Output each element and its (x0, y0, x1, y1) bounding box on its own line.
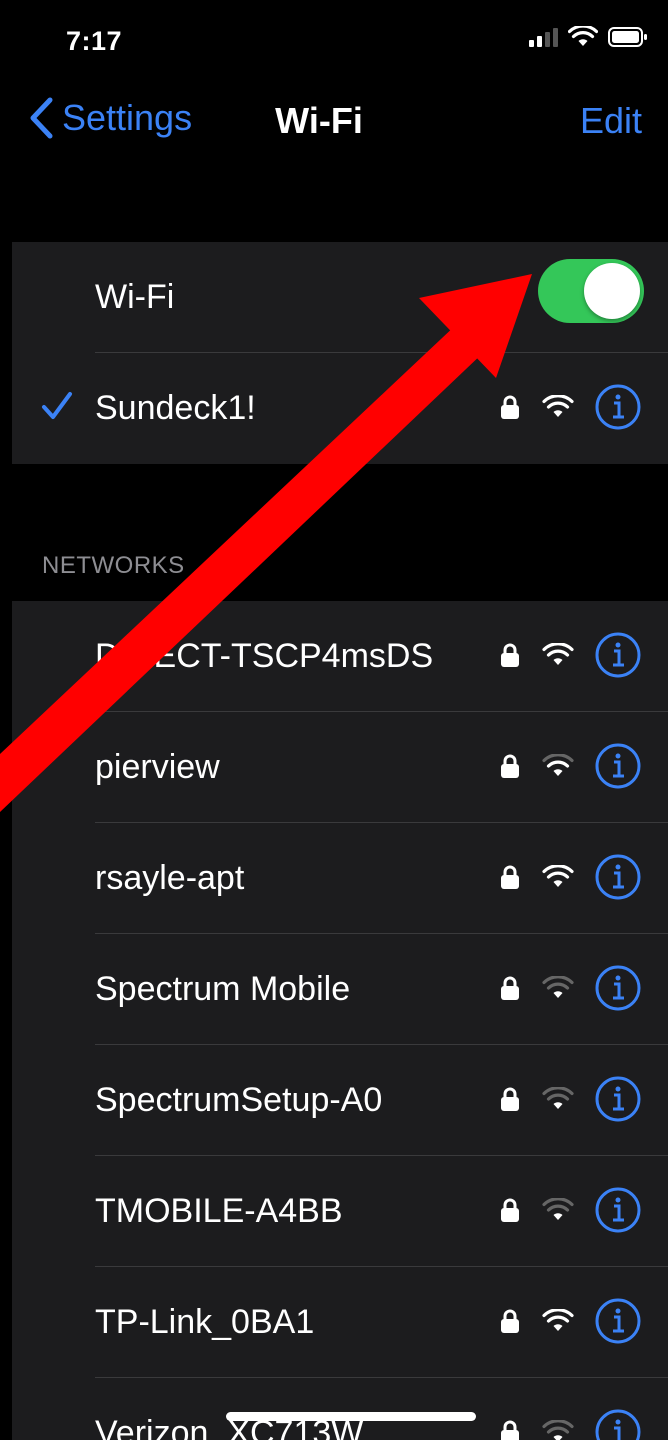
network-row[interactable]: pierview (12, 712, 668, 823)
signal-icon (529, 28, 558, 47)
wifi-icon (542, 865, 574, 887)
network-status-icons (500, 1075, 642, 1123)
wifi-icon (542, 754, 574, 776)
wifi-icon (542, 643, 574, 665)
network-status-icons (500, 1408, 642, 1440)
connected-network-name: Sundeck1! (95, 389, 256, 427)
wifi-icon (542, 1087, 574, 1109)
page-title: Wi-Fi (275, 100, 363, 141)
network-status-icons (500, 383, 642, 431)
network-row[interactable]: rsayle-apt (12, 823, 668, 934)
info-icon[interactable] (594, 964, 642, 1012)
info-icon[interactable] (594, 631, 642, 679)
lock-icon (501, 976, 519, 1000)
lock-icon (501, 643, 519, 667)
network-name: pierview (95, 748, 220, 786)
wifi-toggle-label: Wi-Fi (95, 278, 175, 316)
wifi-icon (542, 976, 574, 998)
status-icons (528, 26, 648, 48)
info-icon[interactable] (594, 1408, 642, 1440)
network-status-icons (500, 1186, 642, 1234)
info-icon[interactable] (594, 383, 642, 431)
network-name: SpectrumSetup-A0 (95, 1081, 383, 1119)
wifi-icon (542, 1420, 574, 1440)
network-status-icons (500, 742, 642, 790)
network-row[interactable]: SpectrumSetup-A0 (12, 1045, 668, 1156)
wifi-toggle-switch[interactable] (538, 259, 644, 323)
networks-section-header: NETWORKS (42, 552, 185, 579)
edit-button[interactable]: Edit (580, 100, 642, 142)
network-row[interactable]: Spectrum Mobile (12, 934, 668, 1045)
network-row[interactable]: TMOBILE-A4BB (12, 1156, 668, 1267)
network-row[interactable]: DIRECT-TSCP4msDS (12, 601, 668, 712)
network-status-icons (500, 964, 642, 1012)
network-row[interactable]: Verizon_XC713W (12, 1378, 668, 1440)
network-status-icons (500, 853, 642, 901)
wifi-settings-screen: 7:17 Settings Wi-Fi Edit Wi-Fi Sundeck1!… (12, 0, 668, 1440)
connected-network-row[interactable]: Sundeck1! (12, 353, 668, 464)
status-bar: 7:17 (12, 0, 668, 80)
info-icon[interactable] (594, 1075, 642, 1123)
checkmark-icon (42, 392, 72, 419)
wifi-icon (542, 1309, 574, 1331)
info-icon[interactable] (594, 742, 642, 790)
info-icon[interactable] (594, 1186, 642, 1234)
battery-icon (608, 27, 647, 47)
wifi-toggle-row: Wi-Fi (12, 242, 668, 353)
network-row[interactable]: TP-Link_0BA1 (12, 1267, 668, 1378)
network-status-icons (500, 1297, 642, 1345)
network-name: rsayle-apt (95, 859, 245, 897)
lock-icon (501, 865, 519, 889)
network-status-icons (500, 631, 642, 679)
lock-icon (501, 1198, 519, 1222)
toggle-knob (584, 263, 640, 319)
wifi-icon (542, 395, 574, 417)
network-name: Spectrum Mobile (95, 970, 351, 1008)
lock-icon (501, 1087, 519, 1111)
navigation-bar: Settings Wi-Fi Edit (12, 90, 668, 160)
lock-icon (501, 395, 519, 419)
lock-icon (501, 1309, 519, 1333)
networks-list: DIRECT-TSCP4msDS pierview rsayle-apt Spe… (12, 601, 668, 1440)
status-wifi-icon (568, 26, 598, 46)
network-name: TP-Link_0BA1 (95, 1303, 315, 1341)
network-name: TMOBILE-A4BB (95, 1192, 343, 1230)
wifi-icon (542, 1198, 574, 1220)
info-icon[interactable] (594, 1297, 642, 1345)
lock-icon (501, 754, 519, 778)
status-time: 7:17 (66, 26, 123, 56)
home-indicator[interactable] (226, 1412, 476, 1421)
info-icon[interactable] (594, 853, 642, 901)
network-name: DIRECT-TSCP4msDS (95, 637, 434, 675)
lock-icon (501, 1420, 519, 1440)
wifi-group: Wi-Fi Sundeck1! (12, 242, 668, 464)
